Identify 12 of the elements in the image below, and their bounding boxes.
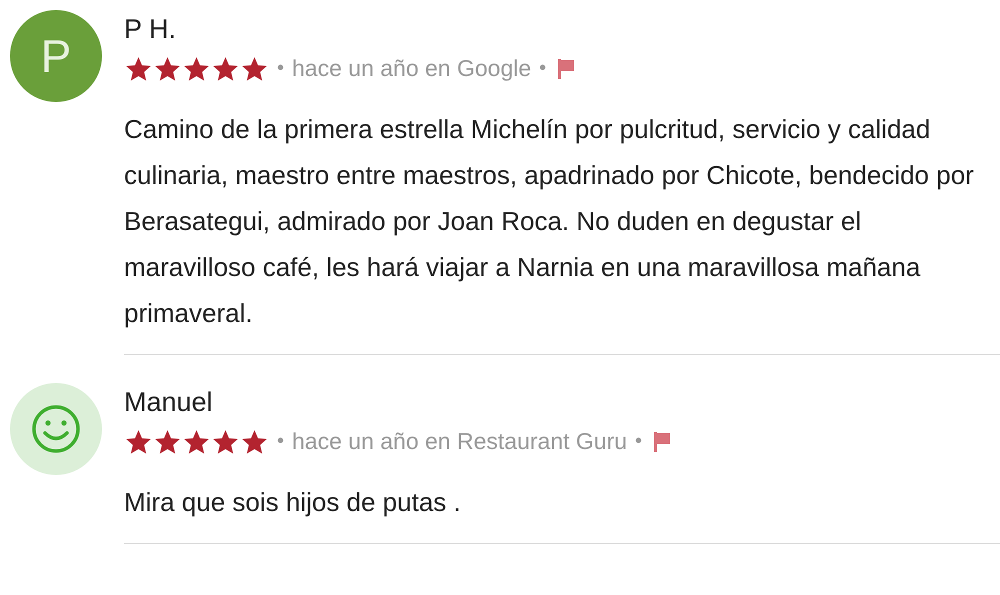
review-source: hace un año en Google bbox=[292, 55, 532, 82]
reviewer-name: Manuel bbox=[124, 387, 214, 418]
bullet-separator: • bbox=[277, 430, 284, 453]
review-text: Camino de la primera estrella Michelín por pulcritud, servicio y calidad culinaria, maestro entre maestros, apadrinado por Chicote, bendecido por Berasategui, admirado por Joan Roca. No duden en degustar el maravilloso café, les hará viajar a Narnia en una maravillosa mañana primaveral. bbox=[124, 113, 975, 330]
bullet-separator: • bbox=[277, 57, 284, 80]
review-source: hace un año en Restaurant Guru bbox=[292, 428, 628, 455]
reviewer-name: P H. bbox=[124, 14, 178, 45]
avatar: P bbox=[10, 10, 102, 102]
bullet-separator: • bbox=[635, 430, 642, 453]
review-text: Mira que sois hijos de putas . bbox=[124, 486, 462, 519]
smiley-icon bbox=[31, 404, 81, 454]
bullet-separator: • bbox=[539, 57, 546, 80]
